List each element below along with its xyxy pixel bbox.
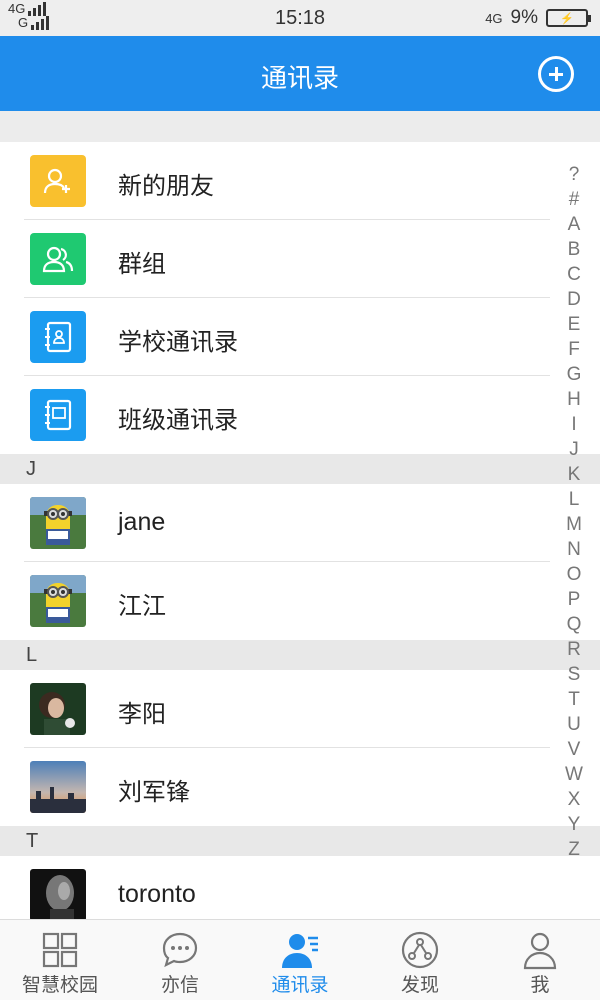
alphabet-index-letter[interactable]: Q [567, 612, 582, 637]
tab-messages[interactable]: 亦信 [120, 920, 240, 1000]
alphabet-index-letter[interactable]: D [567, 287, 581, 312]
alphabet-index-letter[interactable]: J [569, 437, 579, 462]
battery-percentage: 9% [510, 7, 538, 28]
chat-bubble-icon [162, 932, 198, 968]
school-contacts-icon [30, 311, 86, 363]
alphabet-index-letter[interactable]: Y [568, 812, 581, 837]
new-friend-icon [30, 155, 86, 207]
alphabet-index[interactable]: ? # A B C D E F G H I J K L M N O P Q R S T U V W X Y Z [562, 162, 586, 862]
group-icon [30, 233, 86, 285]
contact-row[interactable]: 李阳 [0, 670, 600, 748]
alphabet-index-letter[interactable]: L [569, 487, 580, 512]
alphabet-index-letter[interactable]: S [568, 662, 581, 687]
alphabet-index-letter[interactable]: C [567, 262, 581, 287]
contact-row[interactable]: toronto [0, 856, 600, 919]
alphabet-index-letter[interactable]: M [566, 512, 582, 537]
status-bar: 4G G 15:18 4G 9% ⚡ [0, 0, 600, 36]
alphabet-index-letter[interactable]: V [568, 737, 581, 762]
alphabet-index-letter[interactable]: T [568, 687, 580, 712]
alphabet-index-letter[interactable]: # [569, 187, 580, 212]
profile-icon [523, 932, 557, 970]
class-contacts-icon [30, 389, 86, 441]
alphabet-index-letter[interactable]: Z [568, 837, 580, 862]
avatar [30, 683, 86, 735]
discover-icon [401, 931, 439, 969]
section-header-j: J [0, 454, 600, 484]
section-header-t: T [0, 826, 600, 856]
contact-name: toronto [118, 880, 196, 908]
tab-label: 亦信 [160, 974, 199, 996]
alphabet-index-letter[interactable]: ? [569, 162, 580, 187]
tab-label: 发现 [400, 974, 439, 996]
tab-discover[interactable]: 发现 [360, 920, 480, 1000]
contact-row[interactable]: jane [0, 484, 600, 562]
menu-item-new-friends[interactable]: 新的朋友 [0, 142, 600, 220]
grid-icon [42, 932, 78, 968]
avatar [30, 761, 86, 813]
tab-label: 通讯录 [271, 974, 329, 996]
alphabet-index-letter[interactable]: F [568, 337, 580, 362]
alphabet-index-letter[interactable]: R [567, 637, 581, 662]
menu-item-label: 新的朋友 [118, 172, 214, 200]
contact-row[interactable]: 刘军锋 [0, 748, 600, 826]
alphabet-index-letter[interactable]: K [568, 462, 581, 487]
contacts-icon [282, 934, 318, 968]
alphabet-index-letter[interactable]: E [568, 312, 581, 337]
avatar [30, 497, 86, 549]
battery-icon: ⚡ [546, 9, 591, 27]
menu-item-label: 学校通讯录 [118, 328, 238, 356]
avatar [30, 869, 86, 919]
alphabet-index-letter[interactable]: O [567, 562, 582, 587]
alphabet-index-letter[interactable]: B [568, 237, 581, 262]
alphabet-index-letter[interactable]: X [568, 787, 581, 812]
section-header-l: L [0, 640, 600, 670]
add-contact-button[interactable] [538, 56, 574, 92]
menu-item-school-contacts[interactable]: 学校通讯录 [0, 298, 600, 376]
menu-item-class-contacts[interactable]: 班级通讯录 [0, 376, 600, 454]
contact-name: 江江 [118, 592, 166, 620]
contact-name: 李阳 [118, 700, 166, 728]
tab-label: 我 [530, 974, 550, 996]
alphabet-index-letter[interactable]: G [567, 362, 582, 387]
tab-label: 智慧校园 [21, 974, 98, 996]
bottom-tab-bar: 智慧校园 亦信 通讯录 发现 我 [0, 919, 600, 1000]
avatar [30, 575, 86, 627]
contacts-list[interactable]: 新的朋友 群组 学校通讯录 班级通讯录 J jane 江江 L 李阳 刘军锋 T… [0, 142, 600, 919]
contact-name: 刘军锋 [118, 778, 190, 806]
alphabet-index-letter[interactable]: P [568, 587, 581, 612]
contact-name: jane [118, 508, 166, 536]
app-header: 通讯录 [0, 36, 600, 111]
alphabet-index-letter[interactable]: I [571, 412, 576, 437]
page-title: 通讯录 [260, 64, 339, 94]
menu-item-groups[interactable]: 群组 [0, 220, 600, 298]
menu-item-label: 群组 [118, 250, 166, 278]
spacer [0, 111, 600, 142]
alphabet-index-letter[interactable]: H [567, 387, 581, 412]
tab-smart-campus[interactable]: 智慧校园 [0, 920, 120, 1000]
alphabet-index-letter[interactable]: N [567, 537, 581, 562]
contact-row[interactable]: 江江 [0, 562, 600, 640]
tab-contacts[interactable]: 通讯录 [240, 920, 360, 1000]
alphabet-index-letter[interactable]: W [565, 762, 583, 787]
network-type-right: 4G [485, 10, 503, 26]
alphabet-index-letter[interactable]: A [568, 212, 581, 237]
menu-item-label: 班级通讯录 [118, 406, 238, 434]
tab-me[interactable]: 我 [480, 920, 600, 1000]
alphabet-index-letter[interactable]: U [567, 712, 581, 737]
